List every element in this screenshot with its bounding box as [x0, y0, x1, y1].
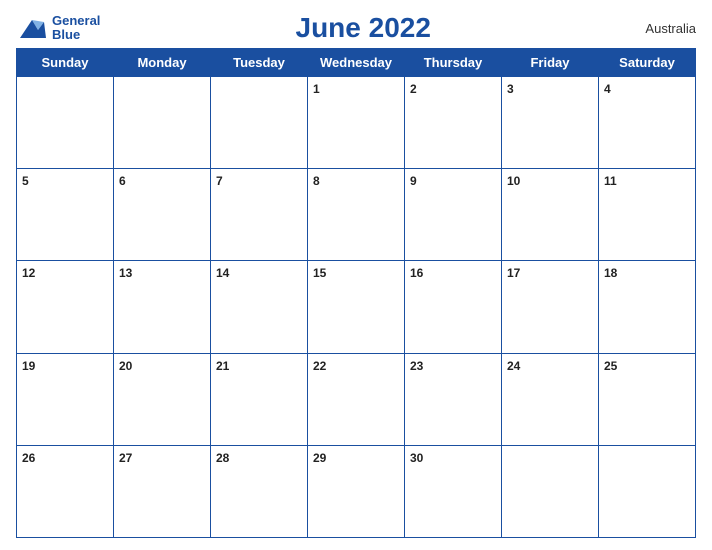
- calendar-body: 1234567891011121314151617181920212223242…: [17, 77, 696, 538]
- table-row: 22: [308, 353, 405, 445]
- table-row: 25: [599, 353, 696, 445]
- col-sunday: Sunday: [17, 49, 114, 77]
- day-number: 18: [604, 266, 617, 280]
- table-row: 6: [114, 169, 211, 261]
- day-number: 3: [507, 82, 514, 96]
- day-number: 26: [22, 451, 35, 465]
- table-row: [599, 445, 696, 537]
- day-number: 10: [507, 174, 520, 188]
- table-row: 2: [405, 77, 502, 169]
- table-row: 27: [114, 445, 211, 537]
- table-row: [17, 77, 114, 169]
- table-row: 28: [211, 445, 308, 537]
- table-row: 18: [599, 261, 696, 353]
- calendar-header: General Blue June 2022 Australia: [16, 12, 696, 44]
- day-number: 19: [22, 359, 35, 373]
- days-header-row: Sunday Monday Tuesday Wednesday Thursday…: [17, 49, 696, 77]
- table-row: 30: [405, 445, 502, 537]
- table-row: 14: [211, 261, 308, 353]
- day-number: 17: [507, 266, 520, 280]
- calendar-week-row: 12 13 14 15 16 17 18: [17, 261, 696, 353]
- calendar-week-row: 5 6 7 8 9 10 11: [17, 169, 696, 261]
- country-label: Australia: [626, 21, 696, 36]
- day-number: 4: [604, 82, 611, 96]
- day-number: 15: [313, 266, 326, 280]
- table-row: 8: [308, 169, 405, 261]
- table-row: [114, 77, 211, 169]
- day-number: 21: [216, 359, 229, 373]
- calendar-week-row: 26 27 28 29 30: [17, 445, 696, 537]
- table-row: 17: [502, 261, 599, 353]
- table-row: 3: [502, 77, 599, 169]
- table-row: 15: [308, 261, 405, 353]
- col-saturday: Saturday: [599, 49, 696, 77]
- day-number: 9: [410, 174, 417, 188]
- calendar-week-row: 19 20 21 22 23 24 25: [17, 353, 696, 445]
- day-number: 11: [604, 174, 617, 188]
- day-number: 24: [507, 359, 520, 373]
- col-tuesday: Tuesday: [211, 49, 308, 77]
- table-row: 19: [17, 353, 114, 445]
- logo: General Blue: [16, 12, 100, 44]
- table-row: 7: [211, 169, 308, 261]
- day-number: 25: [604, 359, 617, 373]
- table-row: 20: [114, 353, 211, 445]
- day-number: 30: [410, 451, 423, 465]
- day-number: 22: [313, 359, 326, 373]
- logo-bird-icon: [16, 12, 48, 44]
- day-number: 29: [313, 451, 326, 465]
- table-row: [502, 445, 599, 537]
- day-number: 14: [216, 266, 229, 280]
- table-row: 11: [599, 169, 696, 261]
- day-number: 7: [216, 174, 223, 188]
- day-number: 20: [119, 359, 132, 373]
- table-row: 1: [308, 77, 405, 169]
- day-number: 13: [119, 266, 132, 280]
- col-friday: Friday: [502, 49, 599, 77]
- table-row: 24: [502, 353, 599, 445]
- day-number: 8: [313, 174, 320, 188]
- table-row: 29: [308, 445, 405, 537]
- table-row: 21: [211, 353, 308, 445]
- calendar-title-area: June 2022: [100, 12, 626, 44]
- table-row: 10: [502, 169, 599, 261]
- table-row: 26: [17, 445, 114, 537]
- table-row: 23: [405, 353, 502, 445]
- day-number: 23: [410, 359, 423, 373]
- table-row: 4: [599, 77, 696, 169]
- col-monday: Monday: [114, 49, 211, 77]
- table-row: 9: [405, 169, 502, 261]
- day-number: 12: [22, 266, 35, 280]
- table-row: 12: [17, 261, 114, 353]
- day-number: 16: [410, 266, 423, 280]
- day-number: 27: [119, 451, 132, 465]
- col-thursday: Thursday: [405, 49, 502, 77]
- day-number: 5: [22, 174, 29, 188]
- table-row: 5: [17, 169, 114, 261]
- day-number: 1: [313, 82, 320, 96]
- day-number: 6: [119, 174, 126, 188]
- table-row: 16: [405, 261, 502, 353]
- day-number: 28: [216, 451, 229, 465]
- calendar-week-row: 1 2 3 4: [17, 77, 696, 169]
- table-row: [211, 77, 308, 169]
- col-wednesday: Wednesday: [308, 49, 405, 77]
- calendar-title: June 2022: [296, 12, 431, 43]
- table-row: 13: [114, 261, 211, 353]
- day-number: 2: [410, 82, 417, 96]
- logo-text: General Blue: [52, 14, 100, 43]
- calendar-table: Sunday Monday Tuesday Wednesday Thursday…: [16, 48, 696, 538]
